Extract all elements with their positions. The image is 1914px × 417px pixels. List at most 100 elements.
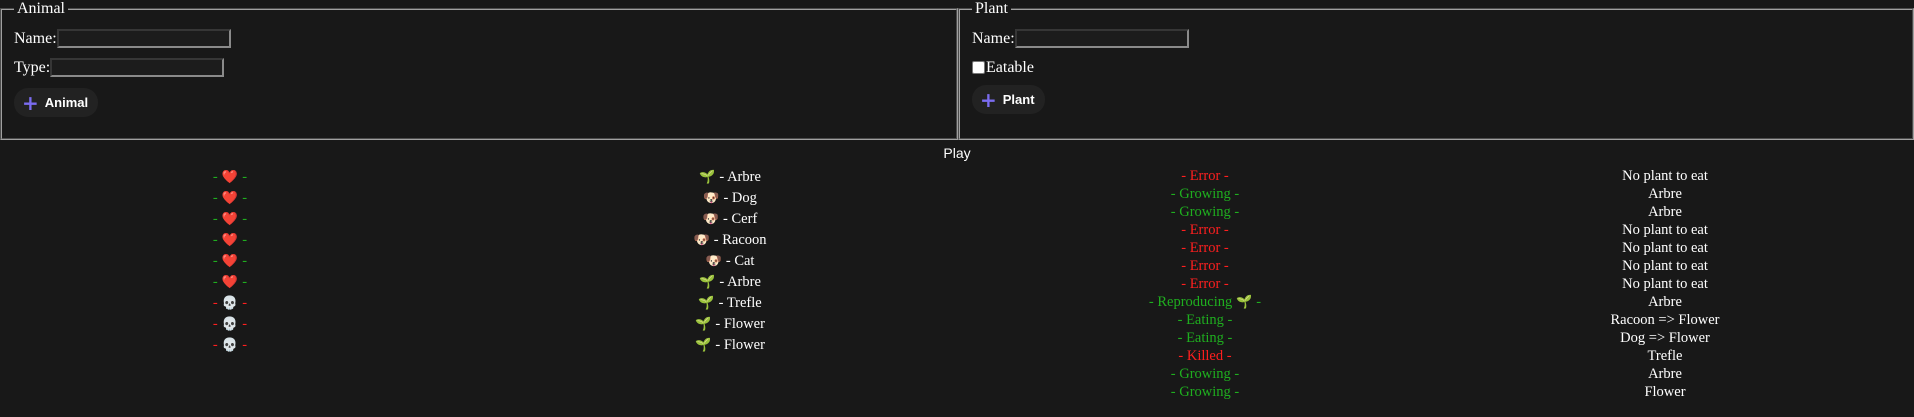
plus-icon: + bbox=[980, 87, 997, 112]
plant-icon: 🌱 bbox=[699, 275, 720, 290]
result-row: Dog => Flower bbox=[1620, 330, 1710, 346]
plant-icon: 🌱 bbox=[699, 170, 720, 185]
plus-icon: + bbox=[22, 90, 39, 115]
heart-icon: ❤️ bbox=[217, 191, 243, 206]
plant-icon: 🌱 bbox=[695, 317, 716, 332]
action-dash: - bbox=[1220, 258, 1229, 274]
entity-name: Cat bbox=[734, 253, 755, 269]
action-row: - Killed - bbox=[1130, 347, 1280, 365]
entity-separator: - bbox=[719, 169, 728, 185]
eatable-checkbox[interactable] bbox=[972, 61, 985, 74]
action-dash: - bbox=[1178, 348, 1187, 364]
result-row: Trefle bbox=[1647, 348, 1683, 364]
plant-icon: 🌱 bbox=[1232, 295, 1253, 310]
health-dash: - bbox=[242, 169, 248, 185]
entity-separator: - bbox=[723, 211, 732, 227]
action-row: - Growing - bbox=[1130, 365, 1280, 383]
action-row: - Eating - bbox=[1130, 329, 1280, 347]
action-dash: - bbox=[1223, 348, 1232, 364]
result-row: Arbre bbox=[1648, 186, 1682, 202]
entity-row: 🌱 - Trefle bbox=[640, 293, 820, 314]
entity-row: 🌱 - Flower bbox=[640, 314, 820, 335]
action-row: - Error - bbox=[1130, 239, 1280, 257]
action-text: Growing bbox=[1179, 186, 1231, 202]
action-row: - Error - bbox=[1130, 275, 1280, 293]
health-row: - ❤️ - bbox=[190, 188, 270, 209]
action-row: - Growing - bbox=[1130, 383, 1280, 401]
action-dash: - bbox=[1177, 312, 1187, 328]
add-plant-button[interactable]: + Plant bbox=[972, 85, 1045, 114]
animal-type-label: Type: bbox=[14, 58, 51, 76]
health-dash: - bbox=[242, 253, 248, 269]
action-dash: - bbox=[1181, 168, 1190, 184]
health-row: - 💀 - bbox=[190, 293, 270, 314]
entity-separator: - bbox=[723, 190, 732, 206]
animal-form: Animal Name: Type: + Animal bbox=[0, 0, 958, 140]
action-text: Eating bbox=[1186, 312, 1224, 328]
health-column: - ❤️ -- ❤️ -- ❤️ -- ❤️ -- ❤️ -- ❤️ -- 💀 … bbox=[190, 167, 270, 356]
result-row: No plant to eat bbox=[1622, 168, 1708, 184]
animal-name-input[interactable] bbox=[56, 29, 231, 48]
play-button[interactable]: Play bbox=[943, 145, 970, 161]
action-dash: - bbox=[1230, 384, 1240, 400]
entity-name: Arbre bbox=[727, 169, 761, 185]
heart-icon: ❤️ bbox=[217, 170, 243, 185]
forms-area: Animal Name: Type: + Animal Plant Name: … bbox=[0, 0, 1914, 140]
action-dash: - bbox=[1252, 294, 1262, 310]
plant-name-input[interactable] bbox=[1014, 29, 1189, 48]
plant-name-row: Name: bbox=[972, 24, 1900, 53]
plant-name-label: Name: bbox=[972, 29, 1015, 47]
animal-icon: 🐶 bbox=[702, 212, 724, 227]
heart-icon: ❤️ bbox=[217, 254, 243, 269]
add-animal-label: Animal bbox=[44, 95, 89, 110]
health-row: - ❤️ - bbox=[190, 167, 270, 188]
entity-row: 🐶 - Racoon bbox=[640, 230, 820, 251]
health-dash: - bbox=[242, 337, 248, 353]
add-animal-button[interactable]: + Animal bbox=[14, 88, 99, 117]
action-dash: - bbox=[1220, 276, 1229, 292]
animal-legend: Animal bbox=[17, 0, 65, 17]
plant-icon: 🌱 bbox=[695, 338, 716, 353]
entity-name: Dog bbox=[731, 190, 757, 206]
action-dash: - bbox=[1220, 240, 1229, 256]
animal-type-input[interactable] bbox=[50, 58, 225, 77]
action-text: Error bbox=[1189, 276, 1221, 292]
entity-name: Racoon bbox=[722, 232, 767, 248]
result-row: Flower bbox=[1644, 384, 1686, 400]
plant-form: Plant Name: Eatable + Plant bbox=[958, 0, 1914, 140]
eatable-label: Eatable bbox=[986, 58, 1034, 76]
action-text: Reproducing bbox=[1157, 294, 1233, 310]
action-row: - Growing - bbox=[1130, 185, 1280, 203]
action-dash: - bbox=[1177, 330, 1187, 346]
health-dash: - bbox=[242, 295, 248, 311]
action-text: Error bbox=[1189, 168, 1221, 184]
action-text: Growing bbox=[1179, 384, 1231, 400]
result-row: No plant to eat bbox=[1622, 222, 1708, 238]
action-dash: - bbox=[1230, 366, 1240, 382]
action-row: - Growing - bbox=[1130, 203, 1280, 221]
result-row: Racoon => Flower bbox=[1610, 312, 1720, 328]
result-column: No plant to eat Arbre Arbre No plant to eat… bbox=[1580, 167, 1750, 401]
result-row: Arbre bbox=[1648, 204, 1682, 220]
action-row: - Reproducing 🌱 - bbox=[1130, 293, 1280, 311]
action-text: Growing bbox=[1179, 204, 1231, 220]
heart-icon: ❤️ bbox=[217, 275, 243, 290]
result-row: No plant to eat bbox=[1622, 276, 1708, 292]
animal-name-label: Name: bbox=[14, 29, 57, 47]
animal-icon: 🐶 bbox=[693, 233, 714, 248]
health-row: - ❤️ - bbox=[190, 230, 270, 251]
entity-name: Flower bbox=[723, 337, 765, 353]
result-row: No plant to eat bbox=[1622, 240, 1708, 256]
action-dash: - bbox=[1170, 186, 1180, 202]
health-row: - 💀 - bbox=[190, 314, 270, 335]
health-row: - ❤️ - bbox=[190, 272, 270, 293]
skull-icon: 💀 bbox=[217, 338, 243, 353]
action-row: - Error - bbox=[1130, 167, 1280, 185]
action-dash: - bbox=[1181, 240, 1190, 256]
health-row: - ❤️ - bbox=[190, 251, 270, 272]
plant-legend: Plant bbox=[975, 0, 1008, 17]
heart-icon: ❤️ bbox=[217, 233, 243, 248]
animal-icon: 🐶 bbox=[705, 254, 726, 269]
entity-separator: - bbox=[718, 295, 727, 311]
health-dash: - bbox=[242, 316, 248, 332]
